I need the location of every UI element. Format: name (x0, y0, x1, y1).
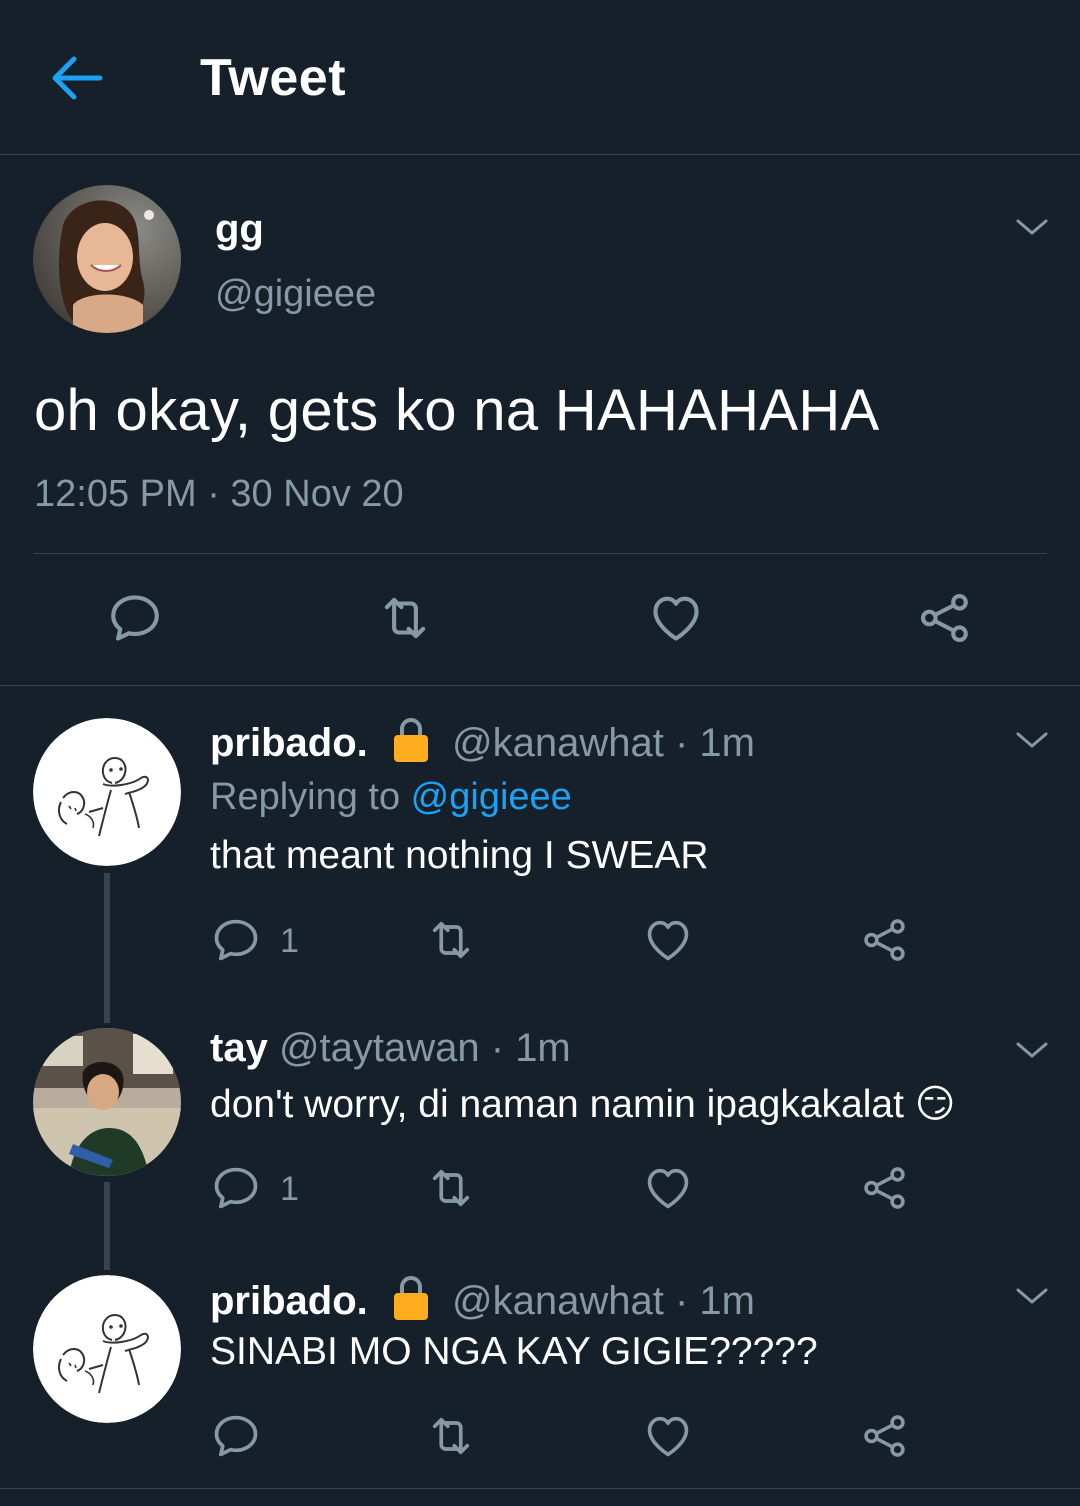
display-name[interactable]: tay (210, 1026, 268, 1070)
mention-link[interactable]: @gigieee (411, 776, 572, 818)
share-icon (916, 589, 974, 647)
reply-button[interactable] (210, 1162, 262, 1214)
focused-tweet: gg @gigieee oh okay, gets ko na HAHAHAHA… (0, 155, 1080, 686)
share-button[interactable] (860, 1162, 910, 1214)
reply-tweet[interactable]: pribado. @kanawhat · 1m Replying to @gig… (0, 686, 1080, 1016)
tweet-text: SINABI MO NGA KAY GIGIE????? (210, 1330, 818, 1373)
share-button[interactable] (916, 589, 974, 647)
avatar[interactable] (33, 718, 181, 866)
like-button[interactable] (646, 589, 706, 647)
share-icon (860, 1410, 910, 1462)
avatar[interactable] (33, 1275, 181, 1423)
reply-count: 1 (280, 922, 299, 960)
lock-icon (391, 1274, 431, 1322)
avatar[interactable] (33, 185, 181, 333)
display-name[interactable]: pribado. (210, 721, 368, 765)
tweet-header: tay @taytawan · 1m (210, 1026, 571, 1071)
like-button[interactable] (642, 1410, 694, 1462)
display-name[interactable]: gg (215, 207, 264, 252)
retweet-icon (374, 589, 436, 647)
tweet-action-bar (210, 1410, 970, 1466)
like-icon (642, 914, 694, 966)
lock-icon (391, 716, 431, 764)
reply-count: 1 (280, 1170, 299, 1208)
reply-button[interactable] (106, 589, 164, 647)
like-icon (642, 1410, 694, 1462)
reply-tweet[interactable]: pribado. @kanawhat · 1m SINABI MO NGA KA… (0, 1250, 1080, 1488)
retweet-icon (424, 914, 478, 966)
like-icon (642, 1162, 694, 1214)
divider (34, 553, 1047, 554)
reply-tweet[interactable]: tay @taytawan · 1m don't worry, di naman… (0, 1000, 1080, 1260)
user-handle[interactable]: @gigieee (215, 273, 376, 316)
retweet-button[interactable] (424, 1162, 478, 1214)
retweet-icon (424, 1410, 478, 1462)
back-button[interactable] (48, 52, 106, 104)
page-title: Tweet (200, 49, 347, 107)
share-icon (860, 1162, 910, 1214)
chevron-down-icon (1014, 728, 1050, 752)
share-button[interactable] (860, 914, 910, 966)
like-button[interactable] (642, 914, 694, 966)
tweet-action-bar (0, 585, 1080, 655)
replying-to-label: Replying to (210, 776, 411, 818)
user-handle[interactable]: @kanawhat · 1m (452, 1279, 755, 1323)
tweet-action-bar: 1 (210, 1162, 970, 1218)
tweet-timestamp[interactable]: 12:05 PM · 30 Nov 20 (34, 473, 404, 516)
reply-icon (210, 1410, 262, 1462)
avatar[interactable] (33, 1028, 181, 1176)
user-handle[interactable]: @kanawhat · 1m (452, 721, 755, 765)
reply-icon (210, 914, 262, 966)
back-arrow-icon (52, 56, 103, 100)
share-icon (860, 914, 910, 966)
tweet-options-button[interactable] (1014, 1038, 1050, 1062)
reply-icon (106, 589, 164, 647)
replying-to-line: Replying to @gigieee (210, 776, 572, 819)
tweet-text: don't worry, di naman namin ipagkakalat … (210, 1083, 956, 1126)
tweet-text: that meant nothing I SWEAR (210, 834, 709, 877)
retweet-button[interactable] (424, 1410, 478, 1462)
like-icon (646, 589, 706, 647)
tweet-action-bar: 1 (210, 914, 970, 970)
share-button[interactable] (860, 1410, 910, 1462)
retweet-button[interactable] (374, 589, 436, 647)
tweet-options-button[interactable] (1014, 728, 1050, 752)
chevron-down-icon (1014, 1038, 1050, 1062)
tweet-options-button[interactable] (1014, 1284, 1050, 1308)
top-app-bar: Tweet (0, 0, 1080, 155)
retweet-button[interactable] (424, 914, 478, 966)
reply-button[interactable] (210, 1410, 262, 1462)
retweet-icon (424, 1162, 478, 1214)
tweet-text: oh okay, gets ko na HAHAHAHA (34, 378, 880, 443)
reply-button[interactable] (210, 914, 262, 966)
like-button[interactable] (642, 1162, 694, 1214)
divider (0, 1488, 1080, 1489)
tweet-header: pribado. @kanawhat · 1m (210, 1274, 755, 1324)
chevron-down-icon (1014, 1284, 1050, 1308)
chevron-down-icon (1014, 215, 1050, 239)
user-handle[interactable]: @taytawan · 1m (279, 1026, 571, 1070)
display-name[interactable]: pribado. (210, 1279, 368, 1323)
tweet-options-button[interactable] (1014, 215, 1050, 239)
tweet-header: pribado. @kanawhat · 1m (210, 716, 755, 766)
reply-icon (210, 1162, 262, 1214)
